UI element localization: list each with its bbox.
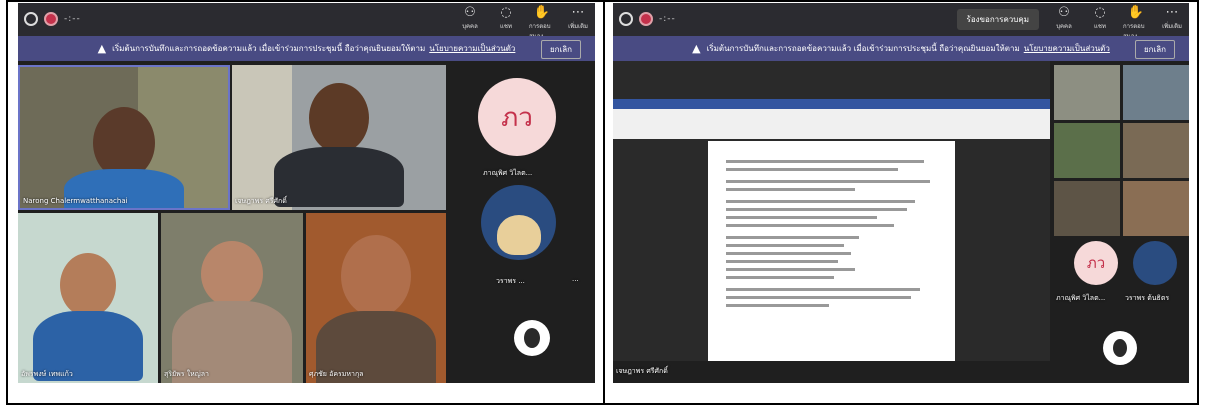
participant-name: ภาณุพิศ วิไลต... [1056, 294, 1106, 302]
thumb-2[interactable] [1123, 65, 1189, 120]
thumb-1[interactable] [1054, 65, 1120, 120]
request-control-button[interactable]: ร้องขอการควบคุม [956, 9, 1039, 30]
self-view-avatar[interactable] [1103, 331, 1137, 365]
recording-icon [639, 12, 653, 26]
participant-name: Narong Chalermwatthanachai [23, 197, 128, 205]
avatar-initials[interactable]: ภว [1074, 241, 1118, 285]
more-options-icon[interactable]: ... [572, 275, 579, 283]
avatar-warapon[interactable] [1133, 241, 1177, 285]
more-icon: ⋯ [1165, 5, 1179, 20]
self-view-avatar[interactable] [514, 320, 550, 356]
participant-name: ศุภชัย อัครมหากุล [309, 370, 364, 378]
teams-meeting-window-right: -:-- ร้องขอการควบคุม ⚇ บุคคล ◌ แชท ✋ การตอบ… [613, 3, 1189, 383]
meeting-timer: -:-- [659, 14, 676, 24]
meeting-timer: -:-- [64, 14, 81, 24]
right-screenshot-cell: -:-- ร้องขอการควบคุม ⚇ บุคคล ◌ แชท ✋ การตอบ… [605, 0, 1199, 405]
recording-icon [44, 12, 58, 26]
shield-icon [619, 12, 633, 26]
shield-icon [24, 12, 38, 26]
recording-banner: ▲ เริ่มต้นการบันทึกและการถอดข้อความแล้ว … [613, 36, 1189, 61]
shared-screen[interactable] [613, 61, 1050, 361]
warning-icon: ▲ [97, 42, 107, 55]
participant-name: เจษฎาพร ศรีศักดิ์ [235, 197, 287, 205]
thumb-4[interactable] [1123, 123, 1189, 178]
meeting-titlebar: -:-- ร้องขอการควบคุม ⚇ บุคคล ◌ แชท ✋ การตอบ… [613, 3, 1189, 40]
video-tile-apirapong[interactable]: อัพรพงษ์ เทพแก้ว [18, 213, 158, 383]
document-page [708, 141, 955, 361]
thumb-3[interactable] [1054, 123, 1120, 178]
avatar-warapon[interactable] [481, 185, 556, 260]
presenter-name: เจษฎาพร ศรีศักดิ์ [616, 367, 668, 375]
chat-icon: ◌ [1094, 5, 1106, 20]
video-tile-suriyaporn[interactable]: สุริยัพร ใหญ่ลา [161, 213, 303, 383]
dismiss-button[interactable]: ยกเลิก [1134, 40, 1175, 59]
participant-name: อัพรพงษ์ เทพแก้ว [21, 370, 73, 378]
chat-icon: ◌ [500, 5, 512, 20]
raise-hand-icon: ✋ [533, 5, 551, 20]
privacy-policy-link[interactable]: นโยบายความเป็นส่วนตัว [1024, 42, 1110, 55]
raise-hand-icon: ✋ [1127, 5, 1145, 20]
dismiss-button[interactable]: ยกเลิก [540, 40, 581, 59]
thumb-5[interactable] [1054, 181, 1120, 236]
participant-name: วราพร ต้นธิตร [1125, 294, 1170, 302]
left-screenshot-cell: -:-- ⚇บุคคล ◌แชท ✋การตอบสนอง ⋯เพิ่มเติม … [6, 0, 605, 405]
recording-banner: ▲ เริ่มต้นการบันทึกและการถอดข้อความแล้ว … [18, 36, 595, 61]
teams-meeting-window-left: -:-- ⚇บุคคล ◌แชท ✋การตอบสนอง ⋯เพิ่มเติม … [18, 3, 595, 383]
warning-icon: ▲ [692, 42, 701, 55]
more-icon: ⋯ [571, 5, 585, 20]
word-ribbon [613, 99, 1050, 139]
video-tile-supachai[interactable]: ศุภชัย อัครมหากุล [306, 213, 446, 383]
video-tile-jetsadaporn[interactable]: เจษฎาพร ศรีศักดิ์ [232, 65, 446, 210]
privacy-policy-link[interactable]: นโยบายความเป็นส่วนตัว [429, 42, 515, 55]
video-tile-narong[interactable]: Narong Chalermwatthanachai [18, 65, 230, 210]
people-icon: ⚇ [464, 5, 476, 20]
participant-name: ภาณุพิศ วิไลต... [483, 169, 533, 177]
avatar-initials[interactable]: ภว [478, 78, 556, 156]
participant-name: สุริยัพร ใหญ่ลา [164, 370, 209, 378]
participant-name: วราพร ... [496, 277, 525, 285]
meeting-titlebar: -:-- ⚇บุคคล ◌แชท ✋การตอบสนอง ⋯เพิ่มเติม [18, 3, 595, 40]
thumb-6[interactable] [1123, 181, 1189, 236]
people-icon: ⚇ [1058, 5, 1070, 20]
